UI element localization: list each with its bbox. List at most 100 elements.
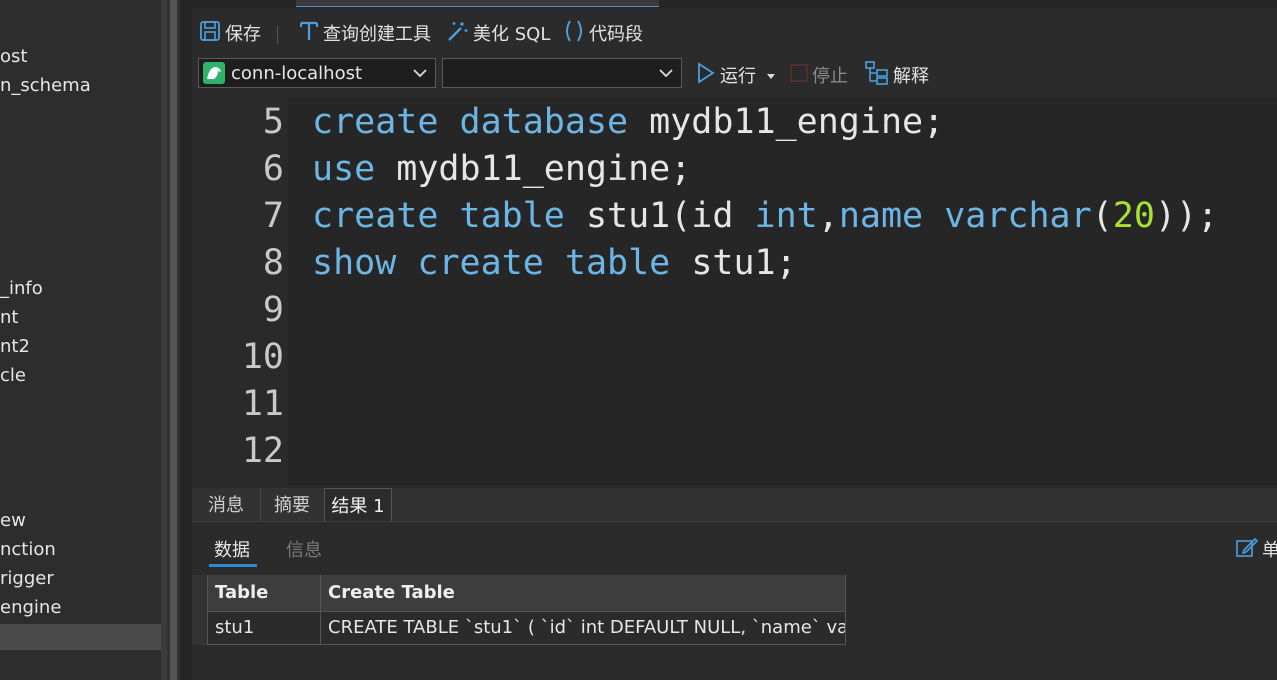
sidebar-scrollbar-thumb[interactable] <box>170 0 177 680</box>
sql-keyword: int <box>754 196 818 236</box>
code-line[interactable]: create database mydb11_engine; <box>312 99 944 146</box>
code-area[interactable]: create database mydb11_engine; use mydb11… <box>288 97 1277 485</box>
line-number: 8 <box>262 243 284 283</box>
tree-item[interactable]: _info <box>0 276 43 302</box>
explain-label: 解释 <box>893 66 929 87</box>
query-toolbar: 保存 查询创建工具 美化 SQL 代码段 <box>192 10 1277 54</box>
explain-icon <box>865 60 889 90</box>
run-button[interactable]: 运行 <box>696 61 776 89</box>
sql-editor[interactable]: 5 6 7 8 9 10 11 12 create database mydb11_engin… <box>192 97 1277 485</box>
panel-divider <box>180 0 192 680</box>
tree-item-selected[interactable] <box>0 624 161 650</box>
sql-keyword: create <box>312 196 439 236</box>
save-icon <box>199 20 221 47</box>
sql-keyword: show <box>312 243 397 283</box>
sql-keyword: database <box>459 102 629 142</box>
edit-record-button[interactable]: 单 <box>1236 536 1277 562</box>
caret-down-icon[interactable] <box>766 65 776 86</box>
sql-text: stu1; <box>670 243 797 283</box>
sql-text: mydb11_engine; <box>375 149 692 189</box>
query-builder-button[interactable]: 查询创建工具 <box>299 20 431 46</box>
sql-keyword: create <box>312 102 439 142</box>
column-header[interactable]: Create Table <box>321 575 846 612</box>
code-line[interactable]: show create table stu1; <box>312 240 797 287</box>
query-editor-panel: 保存 查询创建工具 美化 SQL 代码段 conn-localhost 运行 停… <box>192 0 1277 680</box>
tab-summary[interactable]: 摘要 <box>260 488 325 521</box>
subtab-info[interactable]: 信息 <box>286 536 322 562</box>
parentheses-icon <box>563 19 585 48</box>
code-snippet-button[interactable]: 代码段 <box>563 19 643 48</box>
beautify-sql-button[interactable]: 美化 SQL <box>445 20 550 46</box>
line-number: 6 <box>262 149 284 189</box>
line-number: 7 <box>262 196 284 236</box>
code-line[interactable]: create table stu1(id int,name varchar(20… <box>312 193 1218 240</box>
code-snippet-label: 代码段 <box>589 24 643 45</box>
chevron-down-icon <box>413 65 427 79</box>
edit-icon <box>1236 536 1259 563</box>
explain-button[interactable]: 解释 <box>865 60 929 90</box>
tab-result-1[interactable]: 结果 1 <box>324 488 392 521</box>
sql-text: ( <box>1091 196 1113 236</box>
edit-record-label: 单 <box>1262 540 1277 561</box>
sql-keyword: create <box>417 243 544 283</box>
column-header[interactable]: Table <box>208 575 321 612</box>
result-grid[interactable]: Table Create Table stu1 CREATE TABLE `st… <box>192 575 1277 680</box>
save-button[interactable]: 保存 <box>199 20 261 46</box>
tab-messages[interactable]: 消息 <box>192 488 261 521</box>
tree-item[interactable]: nt2 <box>0 334 30 360</box>
object-tree-sidebar: ost n_schema _info nt nt2 cle ew nction … <box>0 0 161 680</box>
table-cell[interactable]: stu1 <box>208 612 321 645</box>
line-number: 11 <box>241 384 284 424</box>
query-builder-icon <box>299 20 319 47</box>
stop-label: 停止 <box>812 66 848 87</box>
active-editor-tab[interactable] <box>296 0 659 7</box>
sql-text: )); <box>1154 196 1219 236</box>
result-tabs: 消息 摘要 结果 1 <box>192 488 1277 522</box>
run-label: 运行 <box>720 66 756 87</box>
line-number: 10 <box>241 337 284 377</box>
sql-text: stu1(id <box>564 196 755 236</box>
beautify-sql-label: 美化 SQL <box>473 24 551 45</box>
stop-button[interactable]: 停止 <box>790 62 848 88</box>
mysql-connection-icon <box>203 62 225 84</box>
connection-select[interactable]: conn-localhost <box>198 58 436 88</box>
line-number-gutter: 5 6 7 8 9 10 11 12 <box>192 97 288 485</box>
subtab-data[interactable]: 数据 <box>214 536 250 562</box>
database-select[interactable] <box>442 58 682 88</box>
play-icon <box>696 61 716 89</box>
tree-item[interactable]: ew <box>0 508 26 534</box>
toolbar-separator <box>277 26 278 44</box>
tree-item[interactable]: n_schema <box>0 73 91 99</box>
subtab-data-underline <box>209 564 257 567</box>
magic-wand-icon <box>445 20 469 47</box>
code-line[interactable]: use mydb11_engine; <box>312 146 691 193</box>
grid-corner <box>192 575 208 612</box>
query-builder-label: 查询创建工具 <box>323 24 431 45</box>
connection-toolbar: conn-localhost 运行 停止 解释 <box>192 56 1277 92</box>
tree-item[interactable]: cle <box>0 363 26 389</box>
row-selector[interactable] <box>192 612 208 645</box>
line-number: 5 <box>262 102 284 142</box>
tree-item[interactable]: ost <box>0 44 27 70</box>
table-cell[interactable]: CREATE TABLE `stu1` ( `id` int DEFAULT N… <box>321 612 846 645</box>
chevron-down-icon <box>659 65 673 79</box>
result-subtabs: 数据 信息 单 <box>192 522 1277 574</box>
tree-item[interactable]: rigger <box>0 566 54 592</box>
connection-select-value: conn-localhost <box>231 62 363 84</box>
sql-text: mydb11_engine; <box>628 102 945 142</box>
line-number: 9 <box>262 290 284 330</box>
sql-keyword: table <box>564 243 671 283</box>
sql-keyword: table <box>459 196 565 236</box>
sql-keyword: varchar <box>944 196 1092 236</box>
tree-item[interactable]: engine <box>0 595 61 621</box>
stop-icon <box>790 63 808 87</box>
save-label: 保存 <box>225 24 261 45</box>
tree-item[interactable]: nction <box>0 537 56 563</box>
tree-item[interactable]: nt <box>0 305 18 331</box>
sql-number: 20 <box>1112 196 1155 236</box>
